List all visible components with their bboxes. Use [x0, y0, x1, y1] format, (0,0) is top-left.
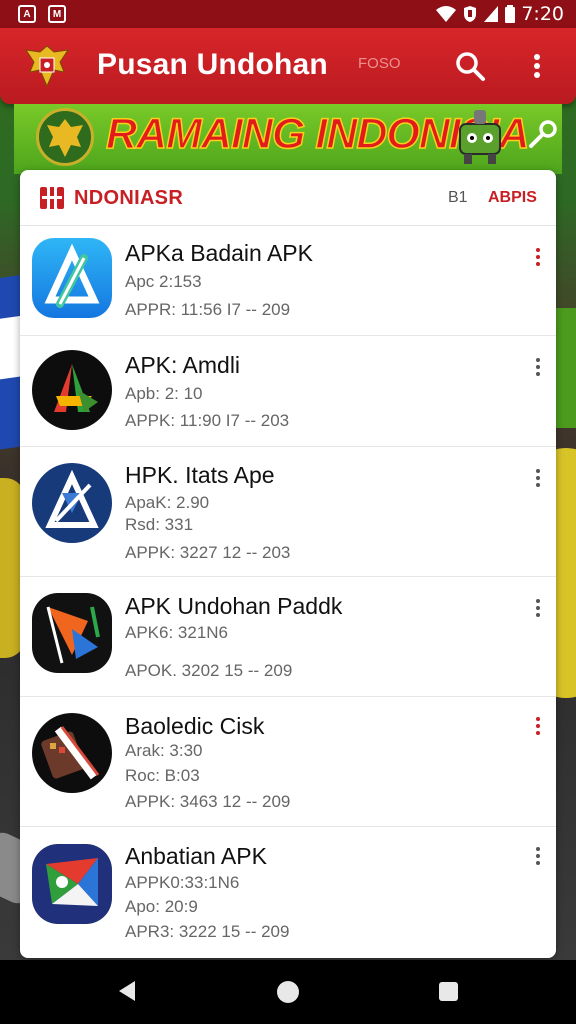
promo-banner[interactable]: RAMAING INDONISIA [14, 104, 562, 174]
overflow-menu-icon[interactable] [526, 48, 548, 84]
back-icon[interactable] [117, 980, 137, 1002]
brand-logo-icon [40, 187, 64, 209]
robot-mascot-icon [459, 110, 501, 164]
list-item[interactable]: APK Undohan Paddk APK6: 321N6 APOK. 3202… [20, 577, 556, 697]
app-detail: APPR: 11:56 I7 -- 209 [125, 300, 291, 319]
app-detail: APPK: 3463 12 -- 209 [125, 792, 291, 811]
list-item[interactable]: APKa Badain APK Apc 2:153 APPR: 11:56 I7… [20, 226, 556, 336]
app-detail: APPK: 3227 12 -- 203 [125, 543, 291, 562]
list-item[interactable]: HPK. Itats Ape ApaK: 2.90 Rsd: 331 APPK:… [20, 447, 556, 577]
app-title: APK: Amdli [125, 352, 241, 378]
app-detail: APK6: 321N6 [125, 623, 229, 642]
app-detail: Arak: 3:30 [125, 741, 203, 760]
app-detail: Rsd: 331 [125, 515, 194, 534]
wrench-tool-icon[interactable] [526, 118, 560, 152]
app-title: Pusan Undohan [97, 48, 328, 81]
item-menu-icon[interactable] [532, 248, 544, 270]
home-icon[interactable] [277, 981, 299, 1003]
app-detail: APPK: 11:90 I7 -- 203 [125, 411, 290, 430]
gallery-notification-icon: M [48, 5, 66, 23]
item-menu-icon[interactable] [532, 847, 544, 869]
app-list-card: NDONIASR B1 ABPIS APKa Badain APK Apc 2:… [20, 170, 556, 958]
battery-icon [505, 5, 516, 23]
blue-a-icon [32, 463, 112, 543]
item-menu-icon[interactable] [532, 358, 544, 380]
notification-icon: A [18, 5, 36, 23]
app-title: APK Undohan Paddk [125, 593, 343, 619]
app-screen: A M 7:20 Pusan Undohan FOSO RAMAING INDO… [0, 0, 576, 1024]
card-action-link[interactable]: ABPIS [488, 189, 537, 207]
app-detail: Apo: 20:9 [125, 897, 198, 916]
app-detail: Apb: 2: 10 [125, 384, 203, 403]
app-detail: APR3: 3222 15 -- 209 [125, 922, 290, 941]
garuda-emblem-icon [24, 45, 70, 88]
app-title: HPK. Itats Ape [125, 462, 275, 488]
app-title: APKa Badain APK [125, 240, 313, 266]
clock: 7:20 [521, 3, 564, 25]
slash-keyboard-icon [32, 713, 112, 793]
banner-emblem-icon [36, 108, 94, 166]
system-nav-bar [0, 960, 576, 1024]
search-icon[interactable] [452, 48, 488, 84]
list-item[interactable]: APK: Amdli Apb: 2: 10 APPK: 11:90 I7 -- … [20, 336, 556, 447]
status-bar: A M 7:20 [0, 0, 576, 28]
card-title: NDONIASR [74, 187, 184, 209]
signal-icon [484, 6, 499, 22]
wifi-icon [436, 6, 457, 22]
app-detail: Apc 2:153 [125, 272, 202, 291]
list-item[interactable]: Anbatian APK APPK0:33:1N6 Apo: 20:9 APR3… [20, 827, 556, 958]
app-store-icon [32, 238, 112, 318]
app-detail: ApaK: 2.90 [125, 493, 210, 512]
item-menu-icon[interactable] [532, 469, 544, 491]
item-menu-icon[interactable] [532, 599, 544, 621]
orange-blue-shard-icon [32, 593, 112, 673]
multicolor-a-icon [32, 350, 112, 430]
app-detail: APOK. 3202 15 -- 209 [125, 661, 293, 680]
shield-status-icon [464, 6, 477, 22]
list-item[interactable]: Baoledic Cisk Arak: 3:30 Roc: B:03 APPK:… [20, 697, 556, 827]
card-count: B1 [448, 189, 468, 206]
appbar-chip: FOSO [358, 55, 401, 72]
app-detail: Roc: B:03 [125, 766, 200, 785]
google-like-icon [32, 844, 112, 924]
app-title: Anbatian APK [125, 843, 267, 869]
recents-icon[interactable] [439, 982, 458, 1001]
app-bar: Pusan Undohan FOSO [0, 28, 576, 104]
app-title: Baoledic Cisk [125, 713, 265, 739]
card-header: NDONIASR B1 ABPIS [20, 170, 556, 226]
app-detail: APPK0:33:1N6 [125, 873, 240, 892]
item-menu-icon[interactable] [532, 717, 544, 739]
